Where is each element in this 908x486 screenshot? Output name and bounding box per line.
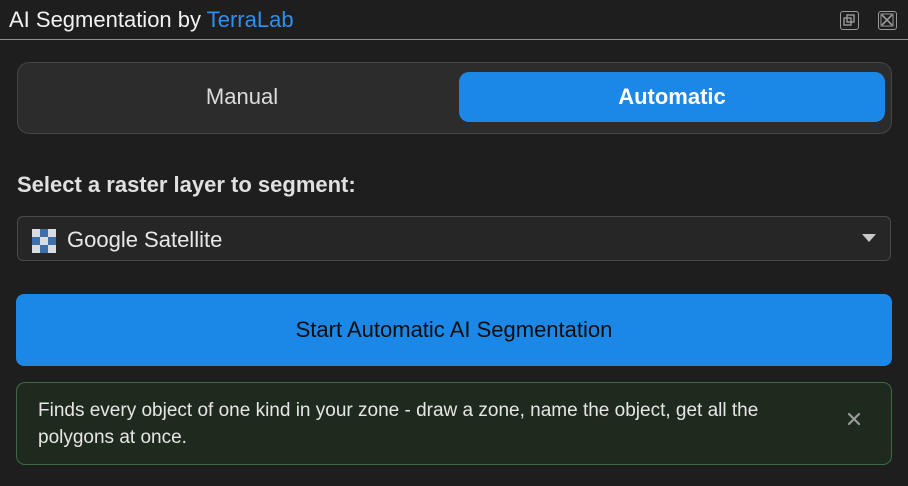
close-window-button[interactable] (878, 11, 897, 30)
raster-layer-icon (32, 229, 56, 253)
chevron-down-icon (862, 234, 876, 242)
window-title-text: AI Segmentation by (9, 7, 207, 32)
close-icon[interactable] (847, 412, 861, 426)
start-segmentation-button[interactable]: Start Automatic AI Segmentation (16, 294, 892, 366)
close-window-icon (880, 13, 894, 27)
raster-layer-label: Select a raster layer to segment: (17, 172, 356, 197)
info-banner: Finds every object of one kind in your z… (16, 382, 892, 465)
selected-layer-name: Google Satellite (67, 227, 223, 252)
float-window-icon (843, 14, 855, 26)
title-bar: AI Segmentation by TerraLab (0, 0, 908, 40)
mode-toggle: Manual Automatic (17, 62, 892, 134)
float-window-button[interactable] (840, 11, 859, 30)
window-title: AI Segmentation by TerraLab (9, 7, 294, 33)
tab-automatic[interactable]: Automatic (459, 72, 885, 122)
brand-name: TerraLab (206, 7, 294, 32)
tab-manual[interactable]: Manual (27, 72, 457, 122)
info-text: Finds every object of one kind in your z… (38, 400, 759, 448)
raster-layer-select[interactable]: Google Satellite (17, 216, 891, 261)
